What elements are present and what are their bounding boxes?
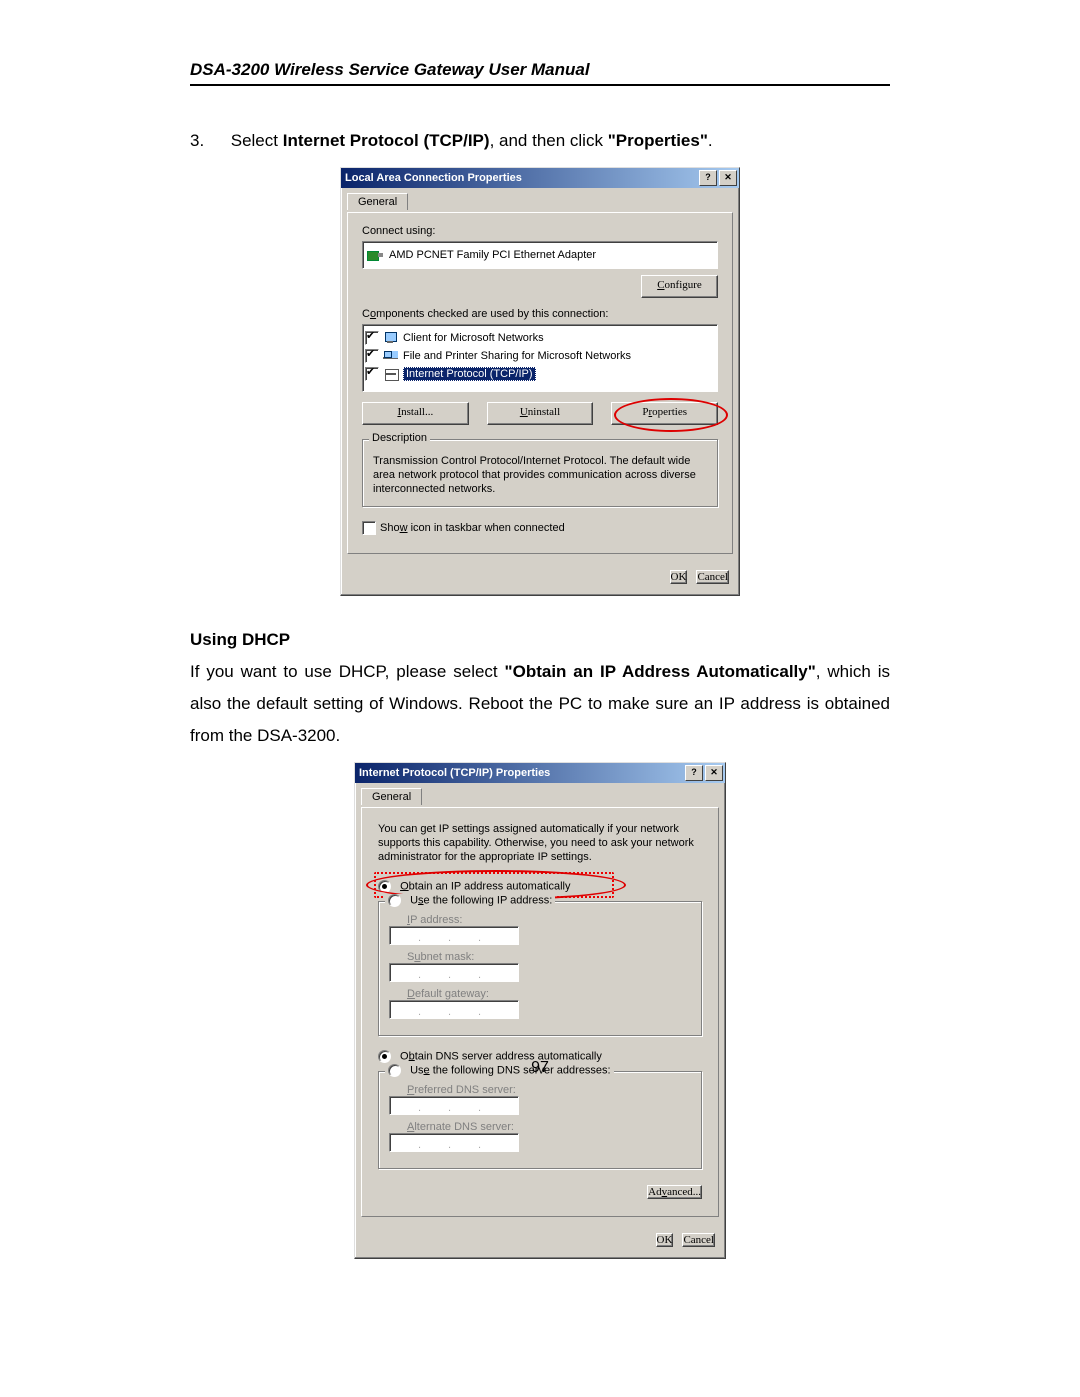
ok-button[interactable]: OK [670, 570, 688, 584]
dialog-footer: OK Cancel [341, 560, 739, 595]
subnet-label: Subnet mask: [389, 951, 567, 963]
component-label-selected: Internet Protocol (TCP/IP) [403, 367, 536, 381]
tab-strip: General [355, 783, 725, 807]
description-legend: Description [369, 432, 430, 444]
components-label: Components checked are used by this conn… [362, 308, 718, 320]
intro-text: You can get IP settings assigned automat… [378, 822, 702, 864]
share-icon [383, 349, 399, 363]
adapter-name: AMD PCNET Family PCI Ethernet Adapter [389, 249, 596, 261]
alt-dns-label: Alternate DNS server: [389, 1121, 567, 1133]
page-number: 97 [0, 1059, 1080, 1077]
advanced-button[interactable]: Advanced... [647, 1185, 702, 1199]
help-button[interactable]: ? [685, 765, 703, 781]
checkbox-icon[interactable] [362, 521, 376, 535]
dhcp-paragraph: If you want to use DHCP, please select "… [190, 656, 890, 752]
adapter-field: AMD PCNET Family PCI Ethernet Adapter [362, 241, 718, 269]
step-text-mid: , and then click [490, 131, 608, 150]
components-list[interactable]: Client for Microsoft Networks File and P… [362, 324, 718, 392]
dialog-title: Local Area Connection Properties [345, 169, 697, 187]
titlebar[interactable]: Local Area Connection Properties ? ✕ [341, 168, 739, 188]
close-button[interactable]: ✕ [705, 765, 723, 781]
lan-properties-dialog: Local Area Connection Properties ? ✕ Gen… [340, 167, 740, 596]
properties-button[interactable]: Properties [611, 402, 718, 425]
dhcp-p1a: If you want to use DHCP, please select [190, 662, 505, 681]
component-buttons: Install... Uninstall Properties [362, 402, 718, 425]
using-dhcp-heading: Using DHCP [190, 630, 890, 650]
checkbox-icon[interactable] [365, 367, 379, 381]
checkbox-icon[interactable] [365, 349, 379, 363]
radio-obtain-ip[interactable]: Obtain an IP address automatically [378, 878, 702, 895]
use-ip-group: Use the following IP address: IP address… [378, 901, 702, 1036]
tab-panel: You can get IP settings assigned automat… [361, 807, 719, 1217]
tcpip-properties-dialog: Internet Protocol (TCP/IP) Properties ? … [354, 762, 726, 1259]
configure-label: onfigure [665, 279, 702, 291]
step-text-pre: Select [231, 131, 283, 150]
component-client[interactable]: Client for Microsoft Networks [365, 329, 715, 347]
help-button[interactable]: ? [699, 170, 717, 186]
use-dns-group: Use the following DNS server addresses: … [378, 1071, 702, 1169]
description-text: Transmission Control Protocol/Internet P… [373, 454, 707, 496]
show-icon-row[interactable]: Show icon in taskbar when connected [362, 521, 718, 535]
step-text-bold1: Internet Protocol (TCP/IP) [283, 131, 490, 150]
dialog-title: Internet Protocol (TCP/IP) Properties [359, 764, 683, 782]
dialog-footer: OK Cancel [355, 1223, 725, 1258]
step-text-post: . [708, 131, 713, 150]
ip-address-field[interactable]: ... [389, 926, 519, 945]
page-header: DSA-3200 Wireless Service Gateway User M… [190, 60, 890, 86]
titlebar[interactable]: Internet Protocol (TCP/IP) Properties ? … [355, 763, 725, 783]
use-ip-label[interactable]: Use the following IP address: [410, 894, 552, 906]
pref-dns-label: Preferred DNS server: [389, 1084, 567, 1096]
tab-general[interactable]: General [347, 193, 408, 210]
step-3: 3. Select Internet Protocol (TCP/IP), an… [190, 131, 890, 151]
step-text-bold2: "Properties" [608, 131, 708, 150]
manual-page: DSA-3200 Wireless Service Gateway User M… [0, 0, 1080, 1397]
alternate-dns-field[interactable]: ... [389, 1133, 519, 1152]
gateway-field[interactable]: ... [389, 1000, 519, 1019]
dhcp-p1b: "Obtain an IP Address Automatically" [505, 662, 816, 681]
close-button[interactable]: ✕ [719, 170, 737, 186]
preferred-dns-field[interactable]: ... [389, 1096, 519, 1115]
uninstall-button[interactable]: Uninstall [487, 402, 594, 425]
description-group: Description Transmission Control Protoco… [362, 439, 718, 507]
nic-icon [367, 249, 383, 261]
tab-panel: Connect using: AMD PCNET Family PCI Ethe… [347, 212, 733, 554]
cancel-button[interactable]: Cancel [696, 570, 729, 584]
ok-button[interactable]: OK [656, 1233, 674, 1247]
gateway-label: Default gateway: [389, 988, 567, 1000]
install-button[interactable]: Install... [362, 402, 469, 425]
component-tcpip[interactable]: Internet Protocol (TCP/IP) [365, 365, 715, 383]
configure-button[interactable]: Configure [641, 275, 718, 298]
protocol-icon [383, 367, 399, 381]
component-label: Client for Microsoft Networks [403, 332, 544, 344]
client-icon [383, 331, 399, 345]
radio-icon[interactable] [378, 880, 391, 893]
step-number: 3. [190, 131, 226, 151]
tab-general[interactable]: General [361, 788, 422, 805]
subnet-field[interactable]: ... [389, 963, 519, 982]
connect-using-label: Connect using: [362, 225, 718, 237]
show-icon-label: Show icon in taskbar when connected [380, 522, 565, 534]
tab-strip: General [341, 188, 739, 212]
component-label: File and Printer Sharing for Microsoft N… [403, 350, 631, 362]
ip-address-label: IP address: [389, 914, 567, 926]
radio-icon[interactable] [388, 894, 401, 907]
cancel-button[interactable]: Cancel [682, 1233, 715, 1247]
checkbox-icon[interactable] [365, 331, 379, 345]
component-fileshare[interactable]: File and Printer Sharing for Microsoft N… [365, 347, 715, 365]
